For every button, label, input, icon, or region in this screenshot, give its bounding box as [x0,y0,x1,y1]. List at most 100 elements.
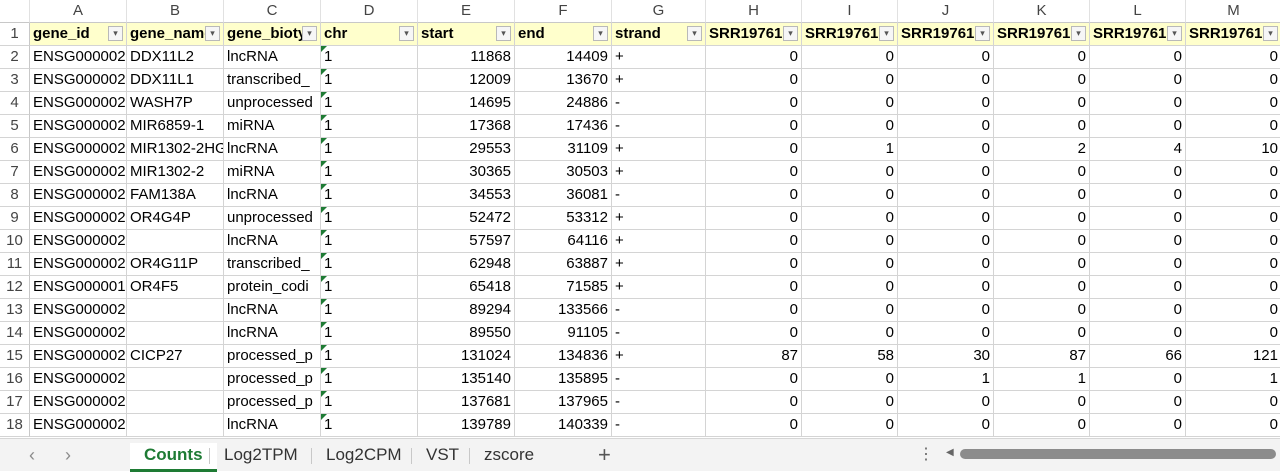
table-cell[interactable]: 0 [1090,184,1186,207]
table-cell[interactable]: 64116 [515,230,612,253]
add-sheet-button[interactable]: + [598,442,611,468]
table-cell[interactable]: 0 [1090,253,1186,276]
table-cell[interactable]: 87 [706,345,802,368]
table-cell[interactable]: 0 [898,138,994,161]
table-cell[interactable]: 0 [898,253,994,276]
table-cell[interactable]: 0 [1090,92,1186,115]
table-cell[interactable]: 31109 [515,138,612,161]
table-cell[interactable]: 53312 [515,207,612,230]
table-cell[interactable]: MIR6859-1 [127,115,224,138]
table-cell[interactable]: OR4G4P [127,207,224,230]
tab-zscore[interactable]: zscore [470,443,548,469]
table-cell[interactable]: unprocessed [224,207,321,230]
table-cell[interactable]: ENSG00000269981 [30,391,127,414]
header-cell[interactable]: gene_name ▾ [127,23,224,46]
table-cell[interactable]: 0 [1090,230,1186,253]
table-cell[interactable]: 0 [1186,276,1280,299]
table-cell[interactable]: 0 [1090,391,1186,414]
prev-sheet-icon[interactable]: ‹ [22,445,42,466]
table-cell[interactable]: 0 [898,207,994,230]
row-number[interactable]: 4 [0,92,30,115]
table-cell[interactable] [127,414,224,437]
column-header-j[interactable]: J [898,0,994,23]
table-cell[interactable]: 131024 [418,345,515,368]
table-cell[interactable]: 0 [1186,253,1280,276]
header-cell[interactable]: SRR19761 ▾ [1186,23,1280,46]
table-cell[interactable]: lncRNA [224,230,321,253]
table-cell[interactable]: 0 [1186,69,1280,92]
table-cell[interactable]: ENSG000002 [30,253,127,276]
table-cell[interactable]: 0 [706,391,802,414]
table-cell[interactable]: 1 [802,138,898,161]
table-cell[interactable]: 1 [321,368,418,391]
table-cell[interactable]: 1 [321,391,418,414]
table-cell[interactable]: + [612,253,706,276]
table-cell[interactable]: 0 [802,207,898,230]
filter-dropdown-icon[interactable]: ▾ [496,26,511,41]
table-cell[interactable]: 0 [1186,322,1280,345]
table-cell[interactable]: 1 [321,299,418,322]
column-header-f[interactable]: F [515,0,612,23]
table-cell[interactable]: 0 [706,276,802,299]
filter-dropdown-icon[interactable]: ▾ [1071,26,1086,41]
table-cell[interactable]: MIR1302-2 [127,161,224,184]
table-cell[interactable]: 0 [1090,368,1186,391]
filter-dropdown-icon[interactable]: ▾ [205,26,220,41]
filter-dropdown-icon[interactable]: ▾ [879,26,894,41]
table-cell[interactable]: 0 [706,207,802,230]
table-cell[interactable]: FAM138A [127,184,224,207]
horizontal-scrollbar[interactable] [960,449,1276,459]
table-cell[interactable]: transcribed_ [224,253,321,276]
table-cell[interactable]: 1 [321,184,418,207]
scroll-left-icon[interactable]: ◀ [946,447,954,458]
filter-dropdown-icon[interactable]: ▾ [1167,26,1182,41]
row-number[interactable]: 16 [0,368,30,391]
table-cell[interactable]: 0 [802,161,898,184]
table-cell[interactable]: 139789 [418,414,515,437]
table-cell[interactable]: 1 [994,368,1090,391]
row-number[interactable]: 11 [0,253,30,276]
table-cell[interactable] [127,368,224,391]
table-cell[interactable]: ENSG00000290826 [30,230,127,253]
table-cell[interactable]: lncRNA [224,46,321,69]
column-header-m[interactable]: M [1186,0,1280,23]
table-cell[interactable]: - [612,92,706,115]
header-cell[interactable]: gene_id ▾ [30,23,127,46]
table-cell[interactable] [127,299,224,322]
filter-dropdown-icon[interactable]: ▾ [399,26,414,41]
table-cell[interactable]: 0 [1090,299,1186,322]
table-cell[interactable]: 133566 [515,299,612,322]
table-cell[interactable]: ENSG000002 [30,345,127,368]
column-header-l[interactable]: L [1090,0,1186,23]
table-cell[interactable]: 0 [898,69,994,92]
table-cell[interactable]: 10 [1186,138,1280,161]
table-cell[interactable]: 30503 [515,161,612,184]
column-header-k[interactable]: K [994,0,1090,23]
table-cell[interactable]: 0 [802,391,898,414]
table-cell[interactable]: 0 [802,230,898,253]
table-cell[interactable]: 14409 [515,46,612,69]
table-cell[interactable]: 1 [321,46,418,69]
row-number[interactable]: 17 [0,391,30,414]
table-cell[interactable]: CICP27 [127,345,224,368]
table-cell[interactable]: 0 [1186,299,1280,322]
table-cell[interactable]: 63887 [515,253,612,276]
table-cell[interactable]: 0 [1186,207,1280,230]
table-cell[interactable]: 0 [1090,115,1186,138]
table-cell[interactable]: 0 [706,230,802,253]
column-header-b[interactable]: B [127,0,224,23]
table-cell[interactable]: 24886 [515,92,612,115]
table-cell[interactable]: ENSG000002 [30,161,127,184]
table-cell[interactable]: lncRNA [224,138,321,161]
table-cell[interactable]: - [612,299,706,322]
table-cell[interactable]: 0 [802,414,898,437]
table-cell[interactable]: 1 [321,253,418,276]
table-cell[interactable]: 0 [898,46,994,69]
table-cell[interactable]: miRNA [224,115,321,138]
table-cell[interactable]: 0 [802,46,898,69]
table-cell[interactable]: 0 [706,69,802,92]
table-cell[interactable]: - [612,184,706,207]
table-cell[interactable]: 0 [802,276,898,299]
table-cell[interactable]: 1 [321,161,418,184]
table-cell[interactable]: lncRNA [224,299,321,322]
